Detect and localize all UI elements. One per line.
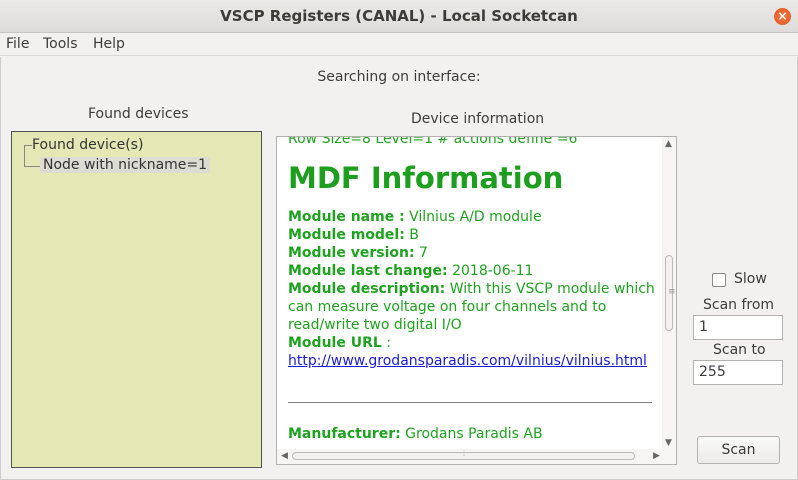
scan-button[interactable]: Scan: [697, 436, 780, 464]
device-information-panel[interactable]: Row Size=8 Level=1 # actions define =6 M…: [276, 136, 677, 465]
vertical-scrollbar[interactable]: ≡: [662, 137, 676, 449]
tree-connector: [24, 145, 32, 146]
module-version-label: Module version:: [288, 245, 415, 261]
section-divider: [288, 402, 652, 403]
title-bar: VSCP Registers (CANAL) - Local Socketcan…: [0, 0, 798, 33]
menu-help[interactable]: Help: [93, 36, 125, 52]
menu-bar: File Tools Help: [0, 33, 798, 56]
module-model-value: B: [404, 227, 419, 243]
manufacturer-value: Grodans Paradis AB: [400, 426, 543, 442]
module-last-change-row: Module last change: 2018-06-11: [288, 262, 668, 280]
manufacturer-label: Manufacturer:: [288, 426, 401, 442]
device-information-content: Row Size=8 Level=1 # actions define =6 M…: [288, 136, 668, 443]
module-last-change-value: 2018-06-11: [447, 263, 534, 279]
module-last-change-label: Module last change:: [288, 263, 448, 279]
scroll-left-arrow-icon[interactable]: ◀: [281, 451, 288, 461]
module-url-value: :: [381, 335, 391, 351]
tree-connector: [24, 145, 25, 167]
menu-file[interactable]: File: [6, 36, 29, 52]
found-devices-header: Found devices: [88, 106, 189, 122]
module-name-value: Vilnius A/D module: [404, 209, 542, 225]
window-title: VSCP Registers (CANAL) - Local Socketcan: [220, 7, 578, 25]
horizontal-scrollbar[interactable]: ◀ ⦙ ▶: [277, 449, 676, 464]
menu-tools[interactable]: Tools: [43, 36, 78, 52]
scan-to-input[interactable]: 255: [693, 360, 783, 385]
tree-item-node[interactable]: Node with nickname=1: [40, 157, 211, 173]
scan-from-label: Scan from: [703, 297, 775, 313]
scroll-up-arrow-icon[interactable]: ▲: [665, 139, 672, 149]
tree-root-found-devices[interactable]: Found device(s): [32, 137, 143, 153]
module-model-label: Module model:: [288, 227, 405, 243]
search-status: Searching on interface:: [317, 69, 481, 85]
close-icon[interactable]: ×: [774, 8, 791, 25]
scroll-right-arrow-icon[interactable]: ▶: [653, 451, 660, 461]
scan-from-input[interactable]: 1: [693, 315, 783, 340]
scan-to-label: Scan to: [713, 342, 766, 358]
slow-checkbox[interactable]: [712, 273, 726, 287]
module-name-label: Module name :: [288, 209, 405, 225]
horizontal-scrollbar-thumb[interactable]: ⦙: [292, 449, 635, 460]
module-version-row: Module version: 7: [288, 244, 668, 262]
device-information-header: Device information: [411, 111, 545, 127]
grip-icon: ⦙: [463, 449, 466, 459]
vertical-scrollbar-thumb[interactable]: ≡: [665, 255, 676, 331]
scroll-down-arrow-icon[interactable]: ▼: [665, 438, 672, 448]
grip-icon: ≡: [668, 287, 676, 297]
register-summary-line: Row Size=8 Level=1 # actions define =6: [288, 136, 578, 147]
module-model-row: Module model: B: [288, 226, 668, 244]
module-url-label: Module URL: [288, 335, 382, 351]
module-description-label: Module description:: [288, 281, 446, 297]
module-description-row: Module description: With this VSCP modul…: [288, 280, 668, 334]
module-url-row: Module URL :: [288, 334, 668, 352]
slow-label: Slow: [734, 271, 767, 287]
module-version-value: 7: [414, 245, 428, 261]
mdf-title: MDF Information: [288, 161, 564, 195]
module-name-row: Module name : Vilnius A/D module: [288, 208, 668, 226]
module-url-link[interactable]: http://www.grodansparadis.com/vilnius/vi…: [288, 353, 647, 369]
manufacturer-row: Manufacturer: Grodans Paradis AB: [288, 425, 668, 443]
tree-connector: [24, 166, 40, 167]
found-devices-tree[interactable]: Found device(s) Node with nickname=1: [11, 131, 262, 468]
